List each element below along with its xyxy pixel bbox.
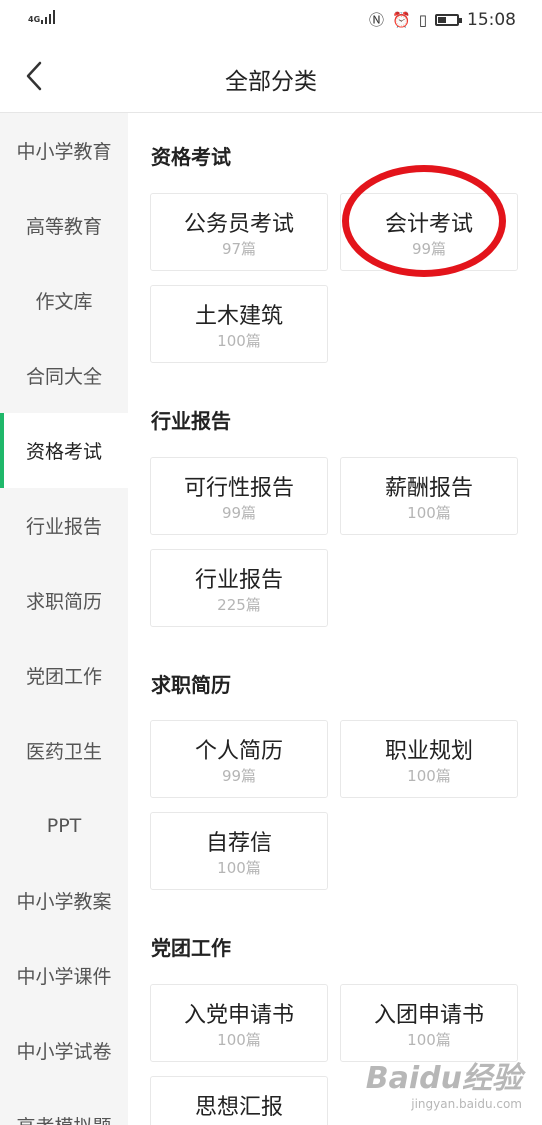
- sidebar-item-qualification-exams[interactable]: 资格考试: [0, 413, 128, 488]
- card-name: 思想汇报: [194, 1095, 283, 1120]
- page-title: 全部分类: [225, 69, 317, 95]
- category-card[interactable]: 入团申请书 100篇: [340, 984, 518, 1062]
- status-icons: Ⓝ ⏰ ▯ 15:08: [369, 9, 516, 30]
- card-name: 可行性报告: [183, 476, 294, 501]
- nfc-icon: Ⓝ: [369, 11, 385, 29]
- signal-icon: [41, 10, 55, 24]
- card-name: 入党申请书: [183, 1003, 294, 1028]
- sidebar-item-label: 合同大全: [25, 366, 102, 388]
- network-type: 4G: [28, 15, 41, 24]
- sidebar-item-label: 医药卫生: [25, 741, 102, 763]
- sidebar-item-resumes[interactable]: 求职简历: [0, 563, 128, 638]
- sidebar-item-courseware[interactable]: 中小学课件: [0, 938, 128, 1013]
- sidebar-item-label: 作文库: [35, 291, 93, 313]
- section-title: 党团工作: [151, 936, 231, 960]
- sidebar-item-label: PPT: [46, 814, 82, 837]
- category-card[interactable]: 薪酬报告 100篇: [340, 457, 518, 535]
- signal-indicator: 4G: [28, 10, 55, 24]
- sidebar-item-label: 行业报告: [25, 516, 102, 538]
- category-content: 资格考试 公务员考试 97篇 会计考试 99篇 土木建筑 100篇 行业报告 可…: [128, 113, 542, 1125]
- sidebar-item-higher-education[interactable]: 高等教育: [0, 188, 128, 263]
- sidebar-item-test-papers[interactable]: 中小学试卷: [0, 1013, 128, 1088]
- battery-icon: [435, 13, 462, 26]
- category-card[interactable]: 个人简历 99篇: [150, 720, 328, 798]
- section-title: 资格考试: [151, 145, 231, 169]
- sidebar-item-lesson-plans[interactable]: 中小学教案: [0, 863, 128, 938]
- category-card[interactable]: 会计考试 99篇: [340, 193, 518, 271]
- sidebar-item-ppt[interactable]: PPT: [0, 788, 128, 863]
- sidebar-item-label: 党团工作: [25, 666, 102, 688]
- card-name: 薪酬报告: [384, 476, 473, 501]
- category-card[interactable]: 职业规划 100篇: [340, 720, 518, 798]
- card-count: 100篇: [407, 504, 451, 522]
- category-card[interactable]: 思想汇报: [150, 1076, 328, 1125]
- card-name: 会计考试: [384, 212, 473, 237]
- sidebar-item-label: 中小学教育: [16, 141, 112, 163]
- card-count: 225篇: [217, 596, 261, 614]
- sidebar-item-contracts[interactable]: 合同大全: [0, 338, 128, 413]
- vibrate-icon: ▯: [418, 10, 427, 29]
- sidebar-item-primary-secondary-education[interactable]: 中小学教育: [0, 113, 128, 188]
- card-count: 100篇: [217, 332, 261, 350]
- card-count: 99篇: [411, 240, 447, 258]
- sidebar-item-label: 求职简历: [25, 591, 102, 613]
- card-name: 个人简历: [194, 739, 283, 764]
- sidebar-item-label: 中小学试卷: [16, 1041, 112, 1063]
- clock: 15:08: [467, 9, 516, 30]
- card-name: 自荐信: [205, 831, 272, 856]
- category-card[interactable]: 行业报告 225篇: [150, 549, 328, 627]
- card-name: 入团申请书: [373, 1003, 484, 1028]
- app-header: 全部分类: [0, 40, 542, 113]
- sidebar-item-industry-reports[interactable]: 行业报告: [0, 488, 128, 563]
- card-count: 100篇: [217, 859, 261, 877]
- card-count: 100篇: [407, 767, 451, 785]
- sidebar-item-label: 中小学教案: [16, 891, 112, 913]
- sidebar-item-party-work[interactable]: 党团工作: [0, 638, 128, 713]
- card-name: 土木建筑: [194, 304, 283, 329]
- category-card[interactable]: 公务员考试 97篇: [150, 193, 328, 271]
- sidebar-item-medicine[interactable]: 医药卫生: [0, 713, 128, 788]
- sidebar-item-gaokao-mock[interactable]: 高考模拟题: [0, 1088, 128, 1125]
- category-card[interactable]: 入党申请书 100篇: [150, 984, 328, 1062]
- sidebar-item-label: 资格考试: [25, 441, 102, 463]
- status-bar: 4G Ⓝ ⏰ ▯ 15:08: [0, 0, 542, 40]
- sidebar-item-label: 中小学课件: [16, 966, 112, 988]
- section-title: 求职简历: [151, 673, 231, 697]
- category-card[interactable]: 自荐信 100篇: [150, 812, 328, 890]
- alarm-icon: ⏰: [392, 10, 411, 29]
- sidebar-item-label: 高考模拟题: [16, 1112, 111, 1125]
- card-name: 职业规划: [384, 739, 473, 764]
- category-card[interactable]: 可行性报告 99篇: [150, 457, 328, 535]
- sidebar-item-essays[interactable]: 作文库: [0, 263, 128, 338]
- card-count: 100篇: [217, 1031, 261, 1049]
- card-count: 100篇: [407, 1031, 451, 1049]
- section-title: 行业报告: [151, 409, 231, 433]
- category-sidebar: 中小学教育 高等教育 作文库 合同大全 资格考试 行业报告 求职简历 党团工作 …: [0, 113, 128, 1125]
- sidebar-item-label: 高等教育: [25, 216, 102, 238]
- card-count: 97篇: [221, 240, 257, 258]
- category-card[interactable]: 土木建筑 100篇: [150, 285, 328, 363]
- card-name: 公务员考试: [183, 212, 294, 237]
- card-count: 99篇: [221, 767, 257, 785]
- card-count: 99篇: [221, 504, 257, 522]
- card-name: 行业报告: [194, 568, 283, 593]
